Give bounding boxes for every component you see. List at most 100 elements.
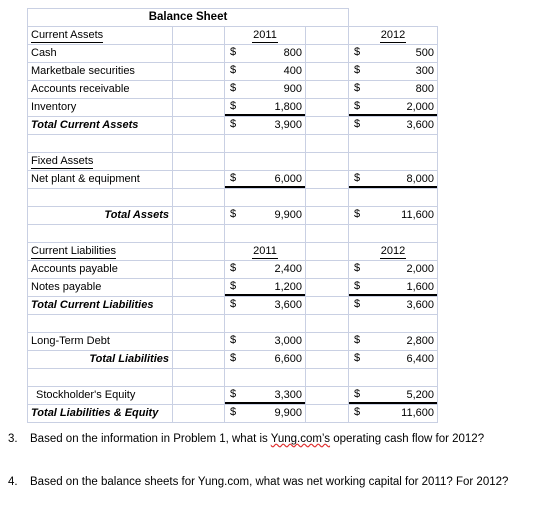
table-row-blank: [27, 134, 438, 153]
question-3-flagged-term: Yung.com’s: [270, 433, 331, 445]
table-row-blank: [27, 314, 438, 333]
spacer-cell: [172, 44, 225, 63]
row-label: Notes payable: [27, 278, 173, 297]
row-label: Total Current Assets: [27, 116, 173, 135]
row-label: Accounts payable: [27, 260, 173, 279]
blank-cell: [224, 224, 306, 243]
blank-cell: [172, 188, 225, 207]
blank-cell: [305, 368, 349, 387]
blank-cell: [348, 224, 438, 243]
blank-cell: [348, 188, 438, 207]
blank-cell: [348, 314, 438, 333]
column-header-2012: 2012: [348, 26, 438, 45]
table-row: Total Assets $9,900 $11,600: [27, 206, 438, 225]
blank-cell: [27, 368, 173, 387]
amount: 11,600: [401, 407, 434, 419]
row-label: Long-Term Debt: [27, 332, 173, 351]
table-row-current-assets-header: Current Assets 2011 2012: [27, 26, 438, 45]
value-2012: $3,600: [348, 296, 438, 315]
amount: 400: [283, 65, 302, 77]
table-row-blank: [27, 224, 438, 243]
blank-cell: [305, 134, 349, 153]
spacer-cell: [172, 332, 225, 351]
amount: 3,900: [274, 119, 302, 131]
amount: 300: [415, 65, 434, 77]
spacer-cell: [305, 404, 349, 423]
amount: 8,000: [406, 173, 434, 185]
value-2011: $1,800: [224, 98, 306, 117]
amount: 3,600: [406, 299, 434, 311]
amount: 11,600: [401, 209, 434, 221]
spacer-cell: [172, 386, 225, 405]
row-label: Cash: [27, 44, 173, 63]
spacer-cell: [305, 296, 349, 315]
blank-cell: [172, 314, 225, 333]
amount: 3,000: [274, 335, 302, 347]
table-row: Net plant & equipment $6,000 $8,000: [27, 170, 438, 189]
value-2012: $11,600: [348, 206, 438, 225]
row-label: Total Liabilities: [27, 350, 173, 369]
dollar-sign: $: [230, 406, 237, 418]
blank-cell: [224, 152, 306, 171]
dollar-sign: $: [230, 64, 237, 76]
question-4-text-before: Based on the balance sheets for Yung.com…: [30, 476, 509, 488]
sheet-title: Balance Sheet: [27, 8, 349, 27]
value-2011: $6,600: [224, 350, 306, 369]
question-3-number: 3.: [8, 433, 18, 445]
dollar-sign: $: [354, 172, 361, 184]
spacer-cell: [172, 116, 225, 135]
value-2011: $400: [224, 62, 306, 81]
amount: 800: [283, 47, 302, 59]
amount: 1,200: [274, 281, 302, 293]
dollar-sign: $: [354, 100, 361, 112]
blank-cell: [172, 134, 225, 153]
dollar-sign: $: [230, 280, 237, 292]
amount: 1,800: [274, 101, 302, 113]
amount: 500: [415, 47, 434, 59]
dollar-sign: $: [230, 388, 237, 400]
blank-cell: [27, 134, 173, 153]
spacer-cell: [172, 62, 225, 81]
spacer-cell: [172, 26, 225, 45]
dollar-sign: $: [230, 172, 237, 184]
dollar-sign: $: [230, 262, 237, 274]
blank-cell: [305, 224, 349, 243]
dollar-sign: $: [354, 118, 361, 130]
blank-cell: [305, 314, 349, 333]
column-header-2012-liabilities: 2012: [348, 242, 438, 261]
title-row-pad: [349, 9, 438, 27]
amount: 9,900: [274, 407, 302, 419]
amount: 9,900: [274, 209, 302, 221]
table-row-title: Balance Sheet: [27, 8, 438, 27]
dollar-sign: $: [354, 298, 361, 310]
value-2011: $3,000: [224, 332, 306, 351]
table-row: Accounts payable $2,400 $2,000: [27, 260, 438, 279]
dollar-sign: $: [354, 64, 361, 76]
value-2012: $8,000: [348, 170, 438, 189]
table-row: Total Liabilities & Equity $9,900 $11,60…: [27, 404, 438, 423]
value-2012: $6,400: [348, 350, 438, 369]
table-row-blank: [27, 188, 438, 207]
spacer-cell: [172, 206, 225, 225]
spacer-cell: [172, 80, 225, 99]
table-row: Marketbale securities $400 $300: [27, 62, 438, 81]
amount: 6,400: [406, 353, 434, 365]
table-row: Notes payable $1,200 $1,600: [27, 278, 438, 297]
value-2011: $3,300: [224, 386, 306, 405]
table-row: Accounts receivable $900 $800: [27, 80, 438, 99]
amount: 2,000: [406, 101, 434, 113]
column-header-2011: 2011: [224, 26, 306, 45]
dollar-sign: $: [230, 298, 237, 310]
value-2011: $9,900: [224, 206, 306, 225]
value-2011: $6,000: [224, 170, 306, 189]
table-row: Inventory $1,800 $2,000: [27, 98, 438, 117]
value-2012: $1,600: [348, 278, 438, 297]
blank-cell: [172, 368, 225, 387]
blank-cell: [305, 188, 349, 207]
amount: 800: [415, 83, 434, 95]
spacer-cell: [172, 152, 225, 171]
value-2012: $5,200: [348, 386, 438, 405]
amount: 3,300: [274, 389, 302, 401]
value-2011: $800: [224, 44, 306, 63]
spacer-cell: [172, 296, 225, 315]
